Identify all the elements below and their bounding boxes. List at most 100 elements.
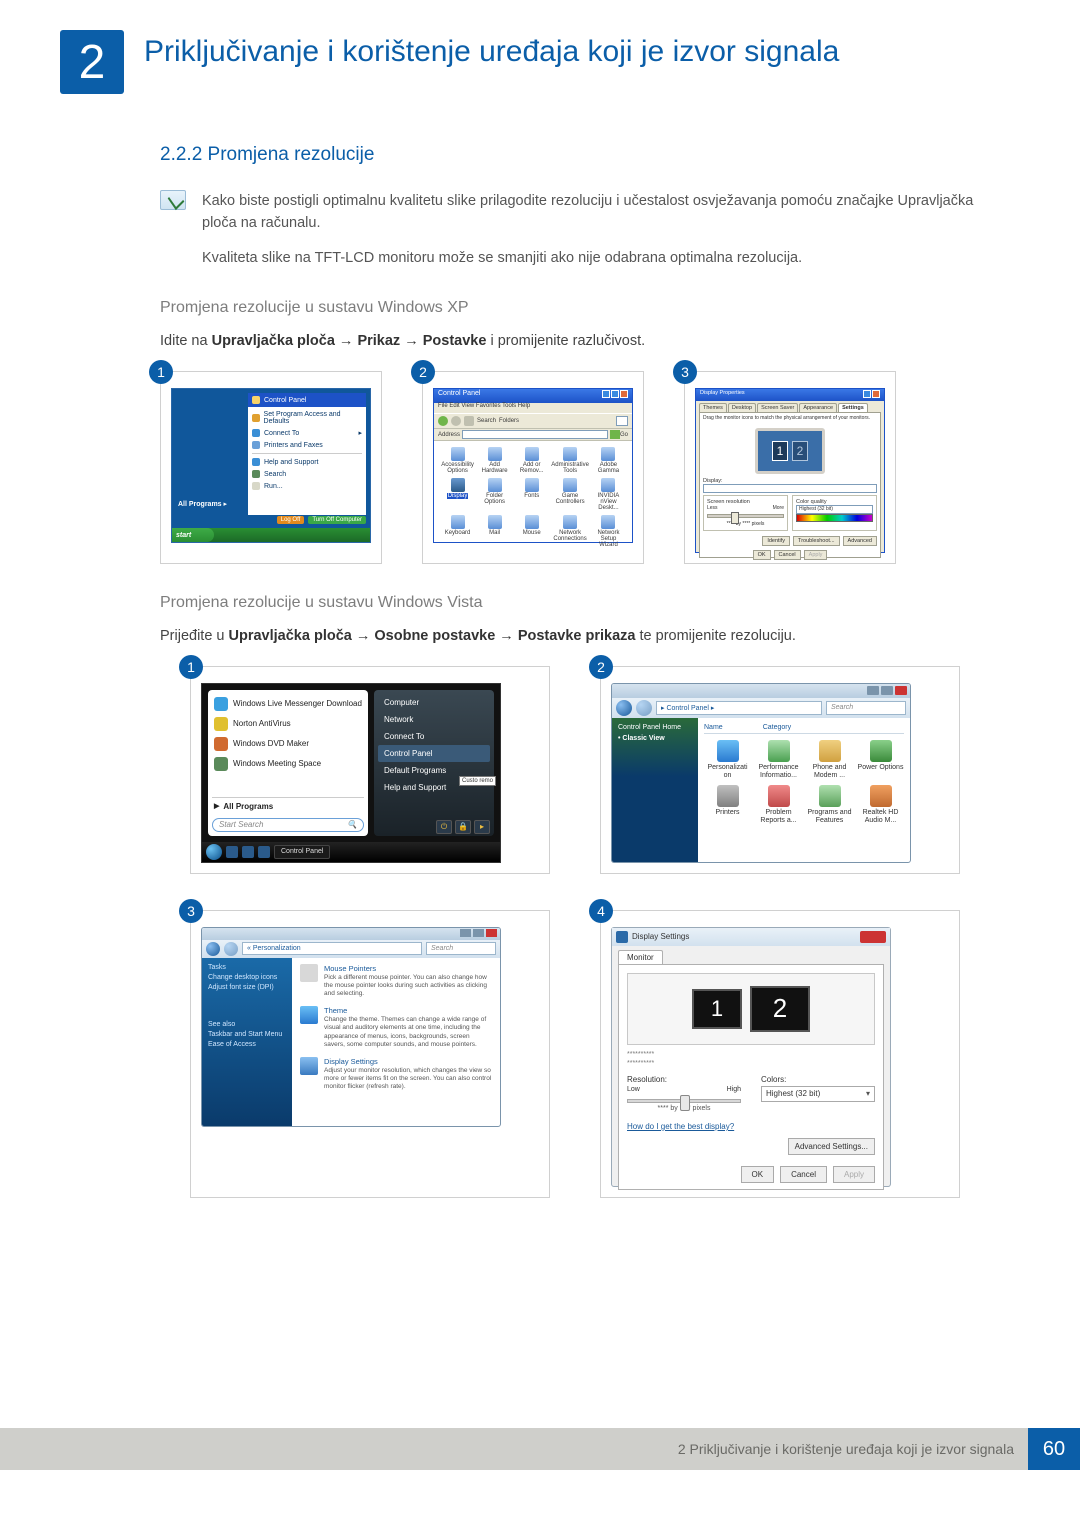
- colors-value: Highest (32 bit): [766, 1089, 820, 1098]
- xp-taskbar: start: [172, 528, 370, 542]
- xp-start-item-label: Help and Support: [264, 459, 318, 466]
- cp-classicview-label: Classic View: [622, 735, 664, 742]
- vista-subheading: Promjena rezolucije u sustavu Windows Vi…: [160, 594, 1020, 612]
- px-label: **** by **** pixels: [707, 521, 784, 527]
- vista-cp-sidebar: Control Panel Home • Classic View: [612, 718, 698, 863]
- seealso-heading: See also: [208, 1021, 286, 1028]
- xp-shot-2: 2 Control Panel File Edit View Favorites…: [422, 371, 644, 564]
- xp-start-item: Connect To▸: [252, 427, 362, 439]
- note-text: Kako biste postigli optimalnu kvalitetu …: [202, 190, 980, 281]
- taskbar-task: Control Panel: [274, 845, 330, 859]
- entry-desc: Change the theme. Themes can change a wi…: [324, 1016, 492, 1049]
- folders-label: Folders: [499, 418, 519, 424]
- xp-start-item-label: Set Program Access and Defaults: [264, 411, 362, 425]
- divider: [252, 453, 362, 454]
- vista-ds-title: Display Settings: [632, 932, 689, 941]
- section-heading: 2.2.2 Promjena rezolucije: [160, 144, 1020, 166]
- cp-icon-label: Accessibility Options: [440, 462, 475, 474]
- fwd-icon: [224, 942, 238, 956]
- vista-instruction: Prijeđite u Upravljačka ploča → Osobne p…: [160, 626, 980, 648]
- cp-icon-label: Power Options: [858, 764, 904, 772]
- back-icon: [206, 942, 220, 956]
- page-footer: 2 Priključivanje i korištenje uređaja ko…: [0, 1428, 1080, 1470]
- realtek-icon: [870, 785, 892, 807]
- more-label: More: [773, 505, 784, 511]
- apply-button: Apply: [833, 1166, 875, 1183]
- xp-subheading: Promjena rezolucije u sustavu Windows XP: [160, 299, 1020, 317]
- shutdown-button: Turn Off Computer: [308, 516, 366, 524]
- xp-dp-btnrow: Identify Troubleshoot... Advanced: [703, 536, 877, 546]
- problemreports-icon: [768, 785, 790, 807]
- side-link: Change desktop icons: [208, 974, 286, 981]
- vista-start-item: Windows Meeting Space: [212, 754, 364, 774]
- badge-4: 4: [589, 899, 613, 923]
- norton-icon: [214, 717, 228, 731]
- min-icon: [602, 390, 610, 398]
- slider-ends: LowHigh: [627, 1086, 741, 1093]
- xp-instr-post: i promijenite razlučivost.: [486, 333, 645, 349]
- troubleshoot-button: Troubleshoot...: [793, 536, 839, 546]
- vista-start-item-label: Windows Live Messenger Download: [233, 699, 362, 708]
- cp-icon-item: INVIDIA nView Deskt...: [591, 478, 626, 511]
- cp-icon-label: Adobe Gamma: [591, 462, 626, 474]
- xp-display-properties: Display Properties Themes Desktop Screen…: [695, 388, 885, 553]
- vista-personalization: « Personalization Search Tasks Change de…: [201, 927, 501, 1127]
- cp-icon-label: Network Connections: [551, 530, 589, 542]
- cp-icon-item: Printers: [704, 785, 751, 824]
- xp-start-controlpanel: Control Panel: [248, 393, 366, 407]
- vista-instr-bold: Upravljačka ploča → Osobne postavke → Po…: [229, 628, 636, 644]
- meetingspace-icon: [214, 757, 228, 771]
- cp-icon-item: Game Controllers: [551, 478, 589, 511]
- vista-start-search: Start Search🔍: [212, 818, 364, 832]
- vista-all-programs-label: All Programs: [223, 802, 273, 811]
- search-icon: [252, 470, 260, 478]
- xp-dp-twocol: Screen resolution LessMore **** by **** …: [703, 493, 877, 533]
- ql-icon: [242, 846, 254, 858]
- resolution-slider: [707, 514, 784, 518]
- vista-cp-icons: Personalizati on Performance Informatio.…: [704, 740, 904, 825]
- network-icon: [563, 515, 577, 529]
- vista-cp-header: NameCategory: [704, 722, 904, 734]
- resolution-col: Resolution: LowHigh **** by **** pixels: [627, 1075, 741, 1112]
- xp-dp-titlebar: Display Properties: [696, 389, 884, 401]
- xp-start-item-label: Run...: [264, 483, 283, 490]
- folderopt-icon: [488, 478, 502, 492]
- max-icon: [473, 929, 484, 937]
- monitor-preview: 1 2: [627, 973, 875, 1045]
- cq-dropdown: Highest (32 bit): [796, 505, 873, 514]
- cp-icon-item: Mail: [477, 515, 512, 548]
- vista-screenshots-grid: 1 Windows Live Messenger Download Norton…: [190, 666, 960, 1198]
- xp-dp-monitors: 1 2: [755, 428, 825, 474]
- badge-1: 1: [179, 655, 203, 679]
- cp-icon-label: Problem Reports a...: [755, 809, 802, 824]
- chapter-header: 2 Priključivanje i korištenje uređaja ko…: [60, 30, 1020, 94]
- keyboard-icon: [451, 515, 465, 529]
- tab-settings: Settings: [838, 403, 868, 412]
- cp-icon-item: Accessibility Options: [440, 447, 475, 474]
- go-button: [610, 430, 620, 439]
- help-icon: [252, 458, 260, 466]
- cp-icon-item: Adobe Gamma: [591, 447, 626, 474]
- vista-start-item: Norton AntiVirus: [212, 714, 364, 734]
- checkbox-2: **********: [627, 1060, 875, 1067]
- note-block: Kako biste postigli optimalnu kvalitetu …: [160, 190, 1020, 281]
- entry-desc: Pick a different mouse pointer. You can …: [324, 974, 492, 998]
- vista-ds-row2: Resolution: LowHigh **** by **** pixels …: [627, 1075, 875, 1112]
- vista-right-item: Computer: [378, 694, 490, 711]
- xp-instruction: Idite na Upravljačka ploča → Prikaz → Po…: [160, 331, 980, 353]
- monitor-1: 1: [772, 441, 788, 461]
- less-label: Less: [707, 505, 718, 511]
- xp-instr-pre: Idite na: [160, 333, 212, 349]
- nvidia-icon: [601, 478, 615, 492]
- vista-cp-titlebar: [612, 684, 910, 698]
- cp-icon-label: Game Controllers: [551, 493, 589, 505]
- tab-screensaver: Screen Saver: [757, 403, 798, 412]
- vista-control-panel: ▸ Control Panel ▸ Search Control Panel H…: [611, 683, 911, 863]
- game-icon: [563, 478, 577, 492]
- cp-icon-item: Folder Options: [477, 478, 512, 511]
- help-icon: [863, 390, 871, 398]
- tab-monitor: Monitor: [618, 950, 663, 964]
- xp-start-controlpanel-label: Control Panel: [264, 397, 306, 404]
- cp-icon-item: Network Setup Wizard: [591, 515, 626, 548]
- xp-start-item: Help and Support: [252, 456, 362, 468]
